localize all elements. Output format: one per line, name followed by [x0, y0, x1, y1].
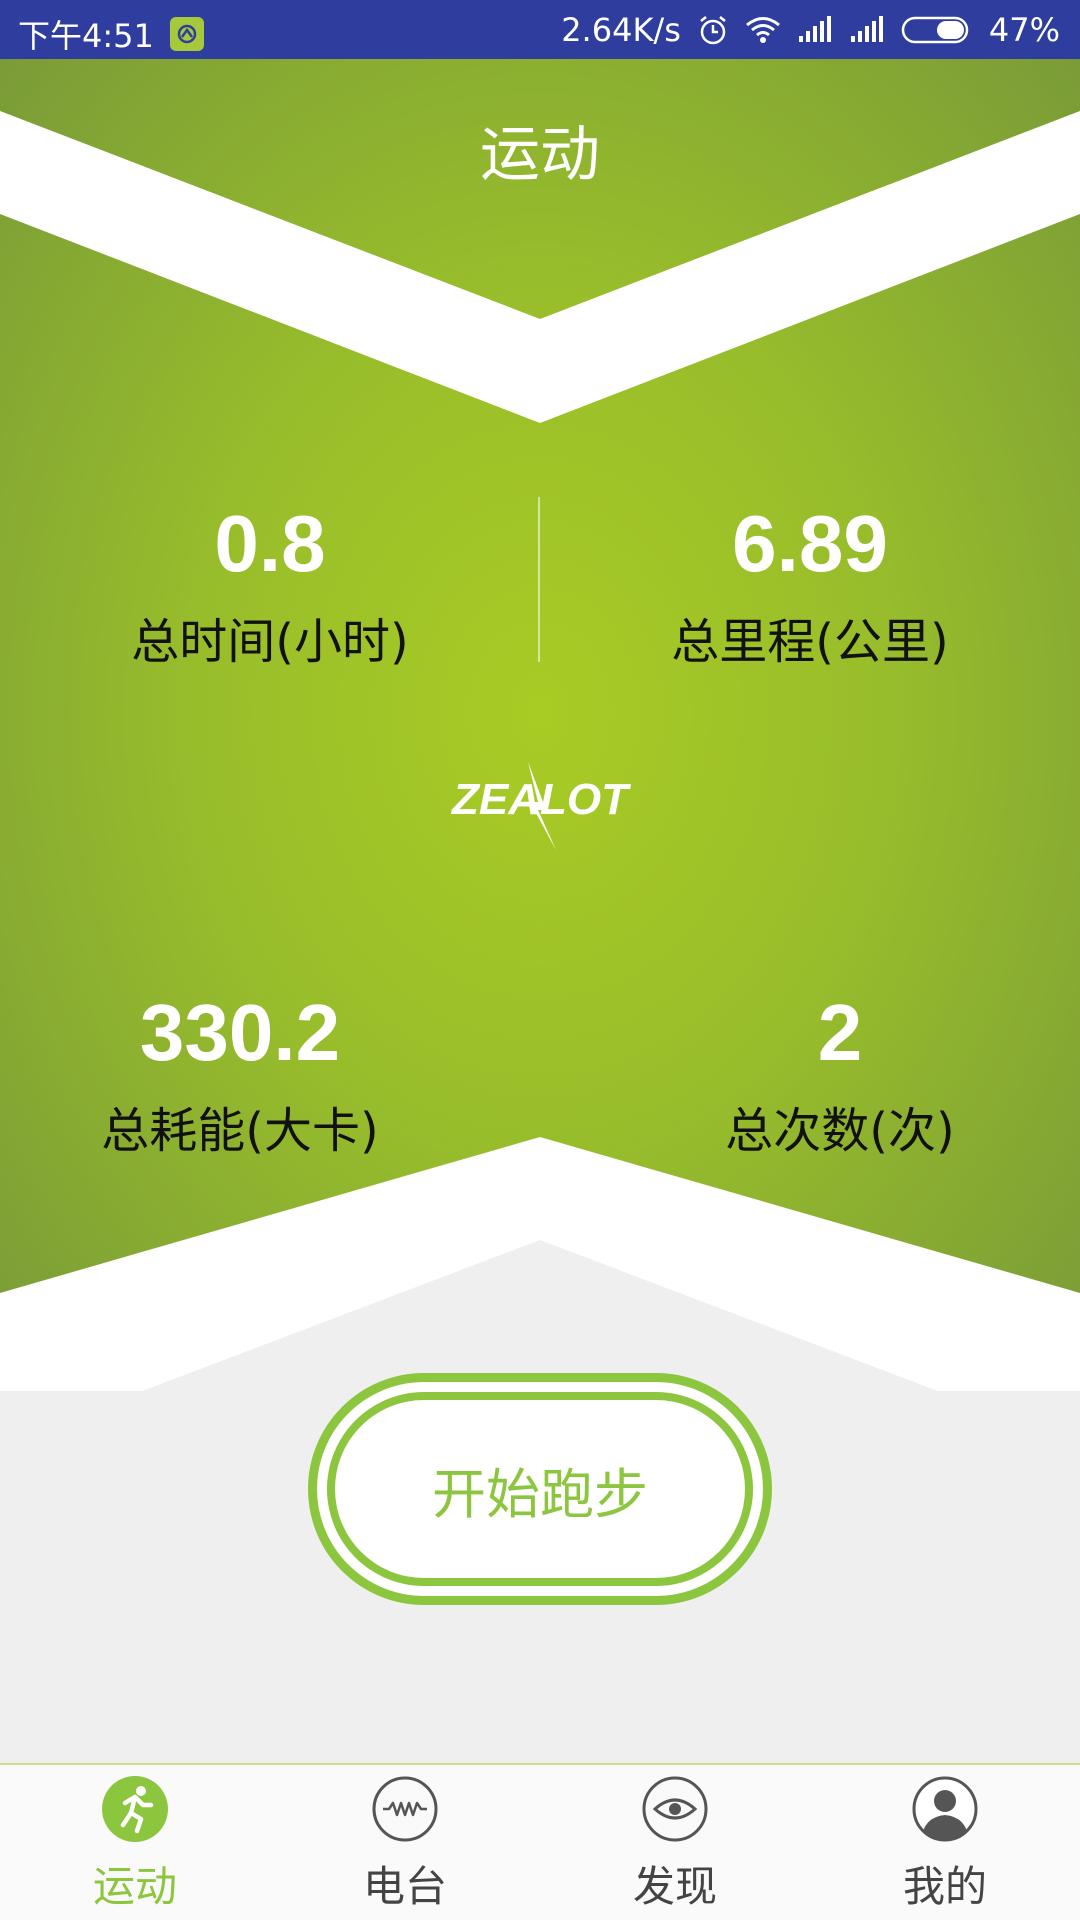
status-bar-right: 2.64K/s 47% [561, 11, 1060, 49]
run-icon [101, 1775, 169, 1843]
total-count-value: 2 [817, 988, 863, 1077]
hero-chevron-shapes [0, 111, 1080, 1391]
nav-item-discover[interactable]: 发现 [540, 1765, 810, 1920]
total-distance-label: 总里程(公里) [671, 614, 949, 670]
nav-label-sport: 运动 [92, 1862, 177, 1911]
eye-icon [641, 1775, 709, 1843]
app-notification-icon [169, 17, 204, 51]
network-speed: 2.64K/s [561, 11, 681, 49]
signal-icon [797, 16, 833, 44]
total-time-label: 总时间(小时) [131, 614, 409, 670]
total-time-value: 0.8 [214, 499, 326, 588]
nav-label-radio: 电台 [362, 1862, 447, 1911]
nav-item-profile[interactable]: 我的 [810, 1765, 1080, 1920]
alarm-icon [697, 14, 729, 46]
status-bar-left: 下午4:51 [18, 11, 204, 57]
start-running-button[interactable]: 开始跑步 [308, 1373, 772, 1605]
stat-total-energy: 330.2 总耗能(大卡) [60, 988, 420, 1159]
start-running-label: 开始跑步 [432, 1462, 648, 1526]
profile-icon [911, 1775, 979, 1843]
nav-label-discover: 发现 [632, 1862, 717, 1911]
zealot-logo: ZEALOT [450, 762, 631, 850]
hero-panel: 运动 0.8 总时间(小时) 6.89 总里程(公里) ZEALOT 330.2… [0, 59, 1080, 1391]
stat-total-count: 2 总次数(次) [660, 988, 1020, 1159]
battery-icon [901, 15, 973, 45]
stat-divider [538, 497, 540, 662]
battery-level: 47% [988, 11, 1060, 49]
stat-total-distance: 6.89 总里程(公里) [620, 499, 1000, 670]
total-energy-label: 总耗能(大卡) [101, 1103, 379, 1159]
page-title: 运动 [480, 120, 600, 190]
app-screen: 下午4:51 2.64K/s 47% 运动 0.8 总时间(小时) 6.89 总… [0, 0, 1080, 1920]
stat-total-time: 0.8 总时间(小时) [80, 499, 460, 670]
status-bar: 下午4:51 2.64K/s 47% [0, 0, 1080, 59]
total-count-label: 总次数(次) [725, 1103, 955, 1159]
wifi-icon [745, 16, 781, 44]
nav-label-profile: 我的 [902, 1862, 987, 1911]
nav-item-radio[interactable]: 电台 [270, 1765, 540, 1920]
signal-icon-secondary [849, 16, 885, 44]
total-energy-value: 330.2 [139, 988, 341, 1077]
total-distance-value: 6.89 [732, 499, 888, 588]
bottom-nav: 运动 电台 发现 我的 [0, 1763, 1080, 1920]
status-time: 下午4:51 [18, 17, 154, 55]
nav-item-sport[interactable]: 运动 [0, 1765, 270, 1920]
radio-icon [371, 1775, 439, 1843]
